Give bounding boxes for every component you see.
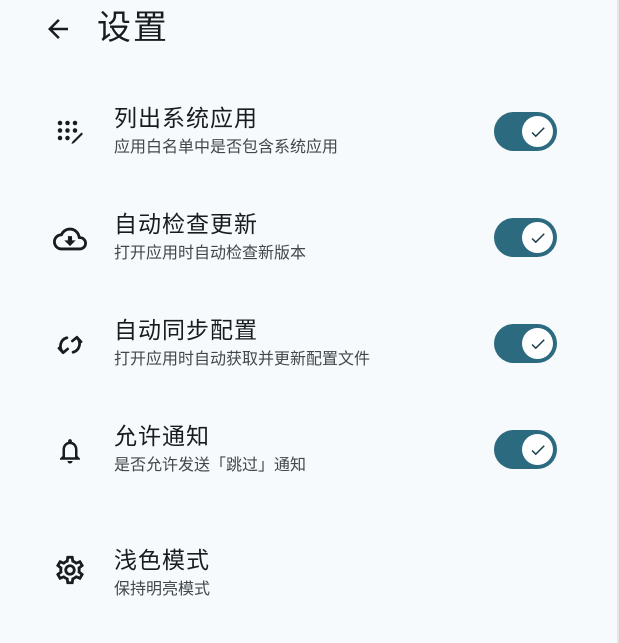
- setting-texts: 自动检查更新 打开应用时自动检查新版本: [114, 210, 474, 264]
- switch-thumb: [522, 328, 553, 359]
- toggle-auto-sync-config[interactable]: [494, 324, 557, 363]
- check-icon: [531, 232, 545, 243]
- page-title: 设置: [97, 8, 169, 48]
- setting-title: 自动检查更新: [114, 212, 258, 238]
- gear-icon: [52, 552, 88, 588]
- setting-summary: 打开应用时自动检查新版本: [114, 243, 307, 262]
- setting-summary: 是否允许发送「跳过」通知: [114, 455, 307, 474]
- check-icon: [531, 338, 545, 349]
- setting-title: 自动同步配置: [114, 318, 258, 344]
- setting-summary: 打开应用时自动获取并更新配置文件: [114, 349, 371, 368]
- check-icon: [531, 444, 545, 455]
- setting-auto-sync-config[interactable]: 自动同步配置 打开应用时自动获取并更新配置文件: [0, 290, 617, 396]
- setting-light-mode[interactable]: 浅色模式 保持明亮模式: [0, 502, 617, 612]
- setting-allow-notification[interactable]: 允许通知 是否允许发送「跳过」通知: [0, 396, 617, 502]
- setting-summary: 保持明亮模式: [114, 579, 211, 598]
- back-button[interactable]: [38, 9, 78, 49]
- setting-texts: 列出系统应用 应用白名单中是否包含系统应用: [114, 104, 474, 158]
- toggle-allow-notification[interactable]: [494, 430, 557, 469]
- sync-icon: [52, 327, 88, 363]
- toggle-auto-check-update[interactable]: [494, 218, 557, 257]
- setting-texts: 允许通知 是否允许发送「跳过」通知: [114, 422, 474, 476]
- setting-title: 浅色模式: [114, 548, 210, 574]
- cloud-download-icon: [52, 221, 88, 257]
- setting-title: 列出系统应用: [114, 106, 258, 132]
- bell-icon: [52, 433, 88, 469]
- check-icon: [531, 126, 545, 137]
- switch-thumb: [522, 222, 553, 253]
- setting-title: 允许通知: [114, 424, 210, 450]
- toggle-list-system-apps[interactable]: [494, 112, 557, 151]
- setting-texts: 浅色模式 保持明亮模式: [114, 546, 474, 600]
- arrow-back-icon: [48, 19, 68, 39]
- apps-edit-icon: [52, 115, 88, 151]
- setting-summary: 应用白名单中是否包含系统应用: [114, 137, 339, 156]
- setting-auto-check-update[interactable]: 自动检查更新 打开应用时自动检查新版本: [0, 184, 617, 290]
- setting-list-system-apps[interactable]: 列出系统应用 应用白名单中是否包含系统应用: [0, 78, 617, 184]
- setting-texts: 自动同步配置 打开应用时自动获取并更新配置文件: [114, 316, 474, 370]
- switch-thumb: [522, 116, 553, 147]
- switch-thumb: [522, 434, 553, 465]
- app-bar: 设置: [0, 0, 617, 58]
- settings-list: 列出系统应用 应用白名单中是否包含系统应用 自动检查更新 打开应用时自动检查新版…: [0, 78, 617, 612]
